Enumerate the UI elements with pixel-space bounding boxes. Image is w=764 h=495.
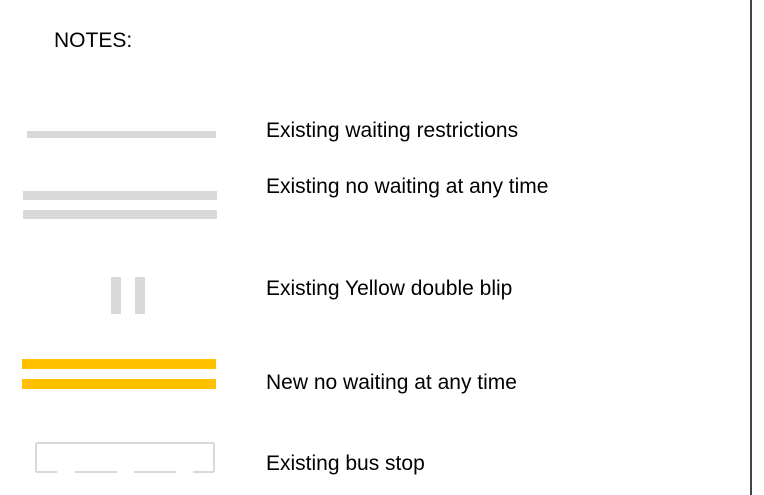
bus-stop-outline [35, 442, 215, 473]
legend-label-existing-bus-stop: Existing bus stop [266, 452, 425, 475]
